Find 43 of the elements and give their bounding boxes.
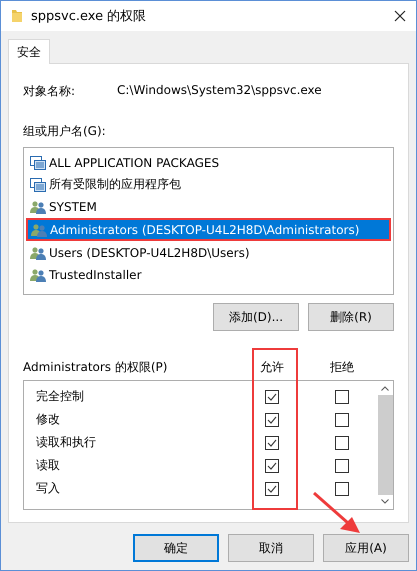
deny-checkbox[interactable] bbox=[335, 436, 349, 450]
folder-icon bbox=[11, 9, 23, 23]
allow-checkbox[interactable] bbox=[265, 390, 279, 404]
users-icon bbox=[30, 268, 46, 282]
allow-checkbox[interactable] bbox=[265, 482, 279, 496]
users-icon bbox=[31, 222, 47, 236]
permission-name: 读取和执行 bbox=[35, 434, 97, 451]
user-list-item[interactable]: Administrators (DESKTOP-U4L2H8D\Administrators) bbox=[26, 218, 391, 241]
dialog-button[interactable]: 确定 bbox=[133, 534, 219, 562]
window-title: sppsvc.exe 的权限 bbox=[31, 8, 148, 25]
package-icon bbox=[30, 178, 46, 192]
deny-checkbox[interactable] bbox=[335, 482, 349, 496]
dialog-button[interactable]: 添加(D)... bbox=[213, 303, 299, 331]
deny-checkbox[interactable] bbox=[335, 390, 349, 404]
allow-checkbox[interactable] bbox=[265, 458, 279, 472]
permissions-label: Administrators 的权限(P) bbox=[23, 358, 168, 376]
group-list-label: 组或用户名(G): bbox=[23, 123, 107, 140]
permission-name: 写入 bbox=[35, 480, 61, 497]
scroll-down-icon[interactable] bbox=[381, 499, 389, 504]
allow-checkbox[interactable] bbox=[265, 436, 279, 450]
object-path: C:\Windows\System32\sppsvc.exe bbox=[117, 83, 322, 99]
permission-name: 完全控制 bbox=[35, 388, 85, 405]
package-icon bbox=[30, 156, 46, 170]
users-icon bbox=[30, 200, 46, 214]
user-list-item[interactable]: 所有受限制的应用程序包 bbox=[26, 174, 185, 195]
close-icon[interactable] bbox=[394, 10, 406, 22]
deny-checkbox[interactable] bbox=[335, 412, 349, 426]
dialog-button[interactable]: 取消 bbox=[228, 534, 314, 562]
dialog-button[interactable]: 删除(R) bbox=[308, 303, 394, 331]
scroll-up-icon[interactable] bbox=[381, 386, 389, 391]
user-list-item[interactable]: TrustedInstaller bbox=[26, 264, 146, 285]
allow-checkbox[interactable] bbox=[265, 412, 279, 426]
allow-header: 允许 bbox=[259, 358, 285, 376]
deny-checkbox[interactable] bbox=[335, 458, 349, 472]
user-list-item[interactable]: ALL APPLICATION PACKAGES bbox=[26, 152, 224, 173]
object-name-label: 对象名称: bbox=[23, 83, 76, 100]
user-list-item[interactable]: SYSTEM bbox=[26, 196, 101, 217]
tab[interactable]: 安全 bbox=[8, 39, 50, 64]
permission-name: 修改 bbox=[35, 411, 61, 428]
deny-header: 拒绝 bbox=[329, 358, 355, 376]
users-icon bbox=[30, 246, 46, 260]
permission-name: 读取 bbox=[35, 457, 61, 474]
user-list-item[interactable]: Users (DESKTOP-U4L2H8D\Users) bbox=[26, 242, 254, 263]
